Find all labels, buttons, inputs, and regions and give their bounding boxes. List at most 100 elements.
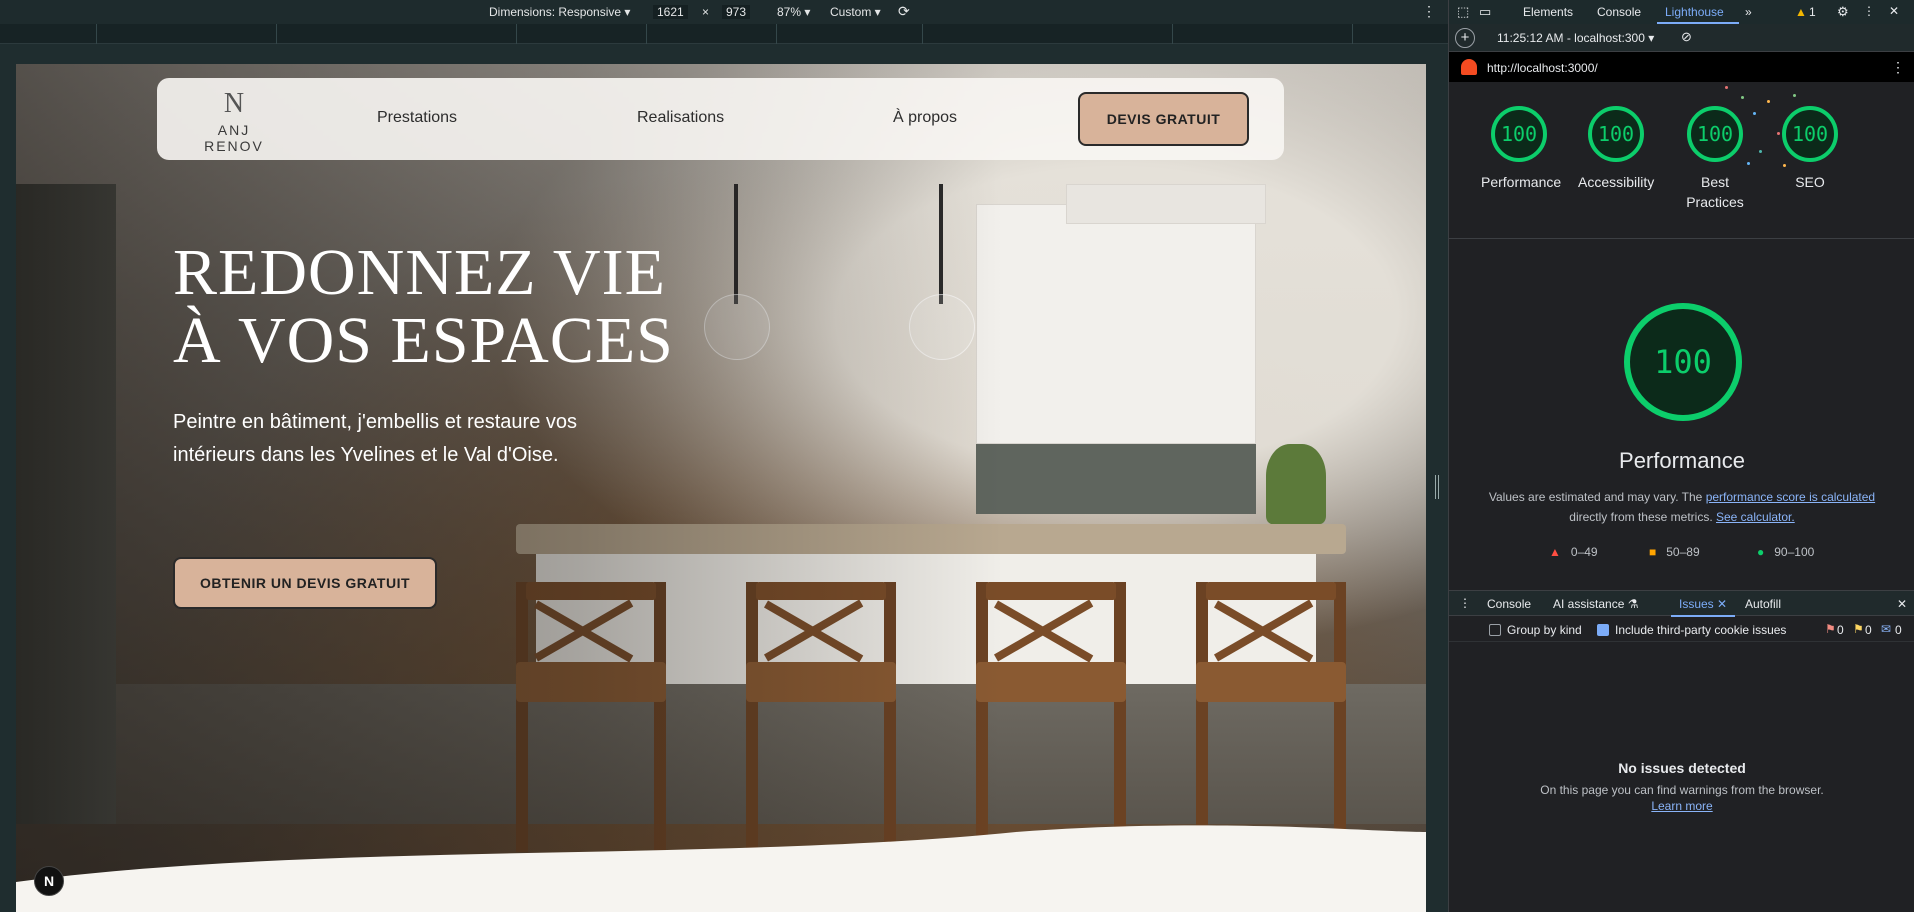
gauge-label: SEO: [1795, 174, 1825, 190]
report-selector[interactable]: 11:25:12 AM - localhost:300 ▾: [1497, 31, 1654, 45]
inspect-icon[interactable]: ⬚: [1457, 4, 1469, 20]
audited-url[interactable]: http://localhost:3000/: [1487, 61, 1598, 75]
close-drawer-icon[interactable]: ✕: [1897, 597, 1907, 611]
nav-link-realisations[interactable]: Realisations: [637, 109, 724, 127]
lighthouse-logo-icon: [1461, 59, 1477, 75]
drawer-menu-icon[interactable]: ⋮: [1459, 596, 1471, 610]
audited-url-bar: http://localhost:3000/ ⋮: [1449, 52, 1914, 82]
info-issues-icon: ✉: [1881, 622, 1892, 636]
lighthouse-run-bar: + 11:25:12 AM - localhost:300 ▾ ⊘: [1449, 24, 1914, 52]
times-sign: ×: [702, 5, 710, 19]
no-issues-title: No issues detected: [1618, 760, 1746, 776]
device-viewport: N ANJ RENOV Prestations Realisations À p…: [0, 44, 1448, 912]
hero-title-line-2: À VOS ESPACES: [173, 304, 674, 377]
no-issues-description: On this page you can find warnings from …: [1540, 783, 1824, 797]
devtools-panel: ⬚ ▭ Elements Console Lighthouse » ▲ 1 ⚙ …: [1448, 0, 1914, 912]
new-report-icon[interactable]: +: [1455, 28, 1475, 48]
score-gauge-accessibility[interactable]: 100 Accessibility: [1578, 104, 1654, 192]
svg-text:100: 100: [1654, 343, 1712, 381]
more-tabs-icon[interactable]: »: [1745, 5, 1752, 19]
warning-issue-count: 0: [1865, 623, 1872, 637]
gauge-ring: 100: [1491, 106, 1547, 162]
legend-fail: ▲ 0–49: [1549, 545, 1598, 559]
score-gauge-seo[interactable]: 100 SEO: [1772, 104, 1848, 192]
legend-average: ■ 50–89: [1649, 545, 1700, 559]
resize-handle[interactable]: [1435, 475, 1439, 499]
nav-link-a-propos[interactable]: À propos: [893, 109, 957, 127]
issues-filter-row: Group by kind Include third-party cookie…: [1449, 616, 1914, 642]
devis-gratuit-button[interactable]: DEVIS GRATUIT: [1078, 92, 1249, 146]
svg-text:100: 100: [1501, 122, 1537, 146]
tab-lighthouse[interactable]: Lighthouse: [1665, 5, 1724, 19]
report-menu-icon[interactable]: ⋮: [1891, 59, 1905, 76]
hero-subtitle: Peintre en bâtiment, j'embellis et resta…: [173, 411, 578, 466]
nav-link-prestations[interactable]: Prestations: [377, 109, 457, 127]
warning-icon[interactable]: ▲: [1795, 5, 1807, 19]
score-calculated-link[interactable]: performance score is calculated: [1706, 490, 1875, 504]
score-gauge-best-practices[interactable]: 100 Best Practices: [1675, 104, 1755, 212]
site-navbar: N ANJ RENOV Prestations Realisations À p…: [157, 78, 1284, 160]
clear-reports-icon[interactable]: ⊘: [1681, 29, 1692, 45]
device-toolbar: Dimensions: Responsive ▾ 1621 × 973 87% …: [0, 0, 1448, 24]
devtools-menu-icon[interactable]: ⋮: [1863, 4, 1875, 18]
logo-mark: N: [223, 88, 245, 119]
third-party-label: Include third-party cookie issues: [1615, 623, 1787, 637]
gauge-label: Performance: [1481, 174, 1562, 190]
performance-note: Values are estimated and may vary. The p…: [1479, 487, 1885, 527]
svg-text:100: 100: [1697, 122, 1733, 146]
legend-range: 90–100: [1774, 545, 1815, 559]
note-text: directly from these metrics.: [1569, 510, 1713, 524]
circle-icon: ●: [1757, 545, 1765, 559]
tab-elements[interactable]: Elements: [1523, 5, 1573, 19]
close-devtools-icon[interactable]: ✕: [1889, 4, 1899, 18]
drawer-tab-autofill[interactable]: Autofill: [1745, 597, 1781, 611]
error-issue-count: 0: [1837, 623, 1844, 637]
hero-title-line-1: REDONNEZ VIE: [173, 236, 666, 309]
logo-text: ANJ RENOV: [204, 122, 264, 154]
width-input[interactable]: 1621: [653, 5, 688, 19]
throttle-dropdown[interactable]: Custom ▾: [830, 5, 881, 19]
site-logo[interactable]: N ANJ RENOV: [189, 88, 279, 155]
legend-pass: ● 90–100: [1757, 545, 1814, 559]
hero-title: REDONNEZ VIE À VOS ESPACES: [173, 239, 674, 375]
performance-main-gauge: 100: [1624, 303, 1742, 421]
see-calculator-link[interactable]: See calculator.: [1716, 510, 1795, 524]
more-options-icon[interactable]: ⋮: [1422, 3, 1436, 20]
hero-cta-button[interactable]: OBTENIR UN DEVIS GRATUIT: [173, 557, 437, 609]
group-by-kind-checkbox[interactable]: [1489, 624, 1501, 636]
dimensions-dropdown[interactable]: Dimensions: Responsive ▾: [489, 5, 630, 19]
gauge-ring: 100: [1687, 106, 1743, 162]
svg-text:100: 100: [1598, 122, 1634, 146]
square-icon: ■: [1649, 545, 1657, 559]
zoom-dropdown[interactable]: 87% ▾: [777, 5, 810, 19]
device-toggle-icon[interactable]: ▭: [1479, 4, 1491, 20]
gauge-ring: 100: [1782, 106, 1838, 162]
media-query-ruler: [0, 24, 1448, 44]
triangle-icon: ▲: [1549, 545, 1561, 559]
legend-range: 50–89: [1666, 545, 1700, 559]
note-text: Values are estimated and may vary. The: [1488, 490, 1703, 504]
performance-title: Performance: [1619, 448, 1745, 473]
no-issues-text: On this page you can find warnings from …: [1539, 782, 1825, 814]
settings-gear-icon[interactable]: ⚙: [1837, 4, 1849, 20]
hero-overlay: [16, 64, 1426, 912]
tab-console[interactable]: Console: [1597, 5, 1641, 19]
learn-more-link[interactable]: Learn more: [1651, 799, 1712, 813]
score-gauge-performance[interactable]: 100 Performance: [1481, 104, 1562, 192]
info-issue-count: 0: [1895, 623, 1902, 637]
legend-range: 0–49: [1570, 545, 1598, 559]
hero-wave-divider: [16, 825, 1426, 912]
nextjs-badge[interactable]: N: [34, 866, 64, 896]
drawer-tab-ai-assistance[interactable]: AI assistance ⚗: [1553, 597, 1638, 611]
rotate-icon[interactable]: ⟳: [898, 3, 910, 20]
gauge-label: Accessibility: [1578, 174, 1655, 190]
error-issues-icon: ⚑: [1825, 622, 1836, 636]
warning-count: 1: [1809, 5, 1816, 19]
third-party-checkbox[interactable]: [1597, 624, 1609, 636]
group-by-kind-label: Group by kind: [1507, 623, 1582, 637]
svg-text:100: 100: [1792, 122, 1828, 146]
drawer-tab-console[interactable]: Console: [1487, 597, 1531, 611]
height-input[interactable]: 973: [722, 5, 751, 19]
gauge-label: Best Practices: [1686, 174, 1744, 210]
drawer-tab-issues[interactable]: Issues ✕: [1679, 597, 1727, 611]
